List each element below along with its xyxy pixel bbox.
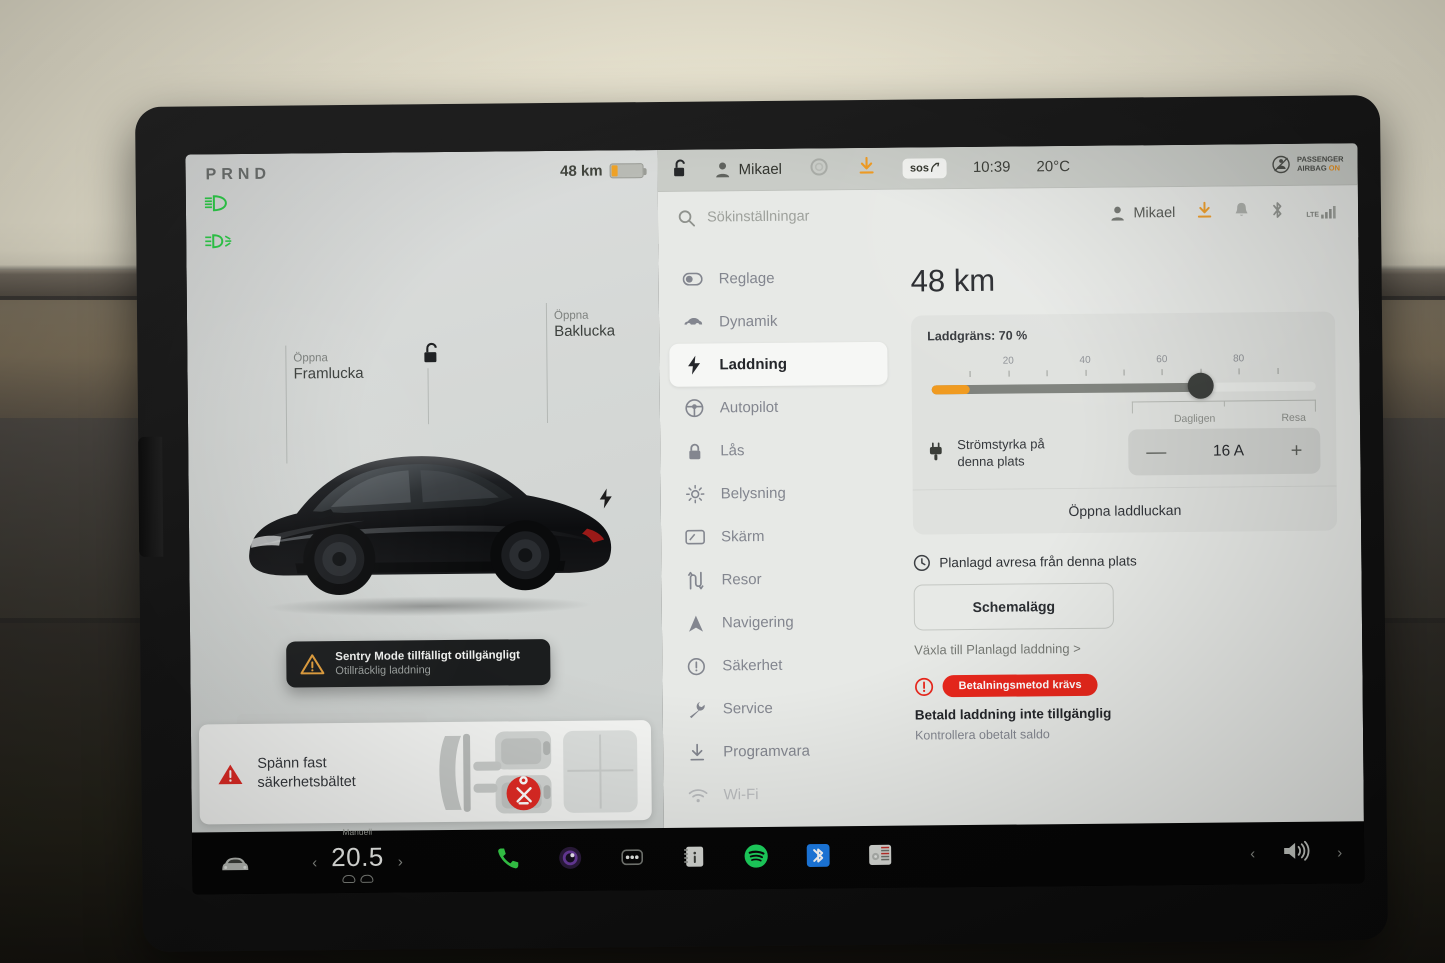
photo-vignette [0, 0, 1445, 963]
